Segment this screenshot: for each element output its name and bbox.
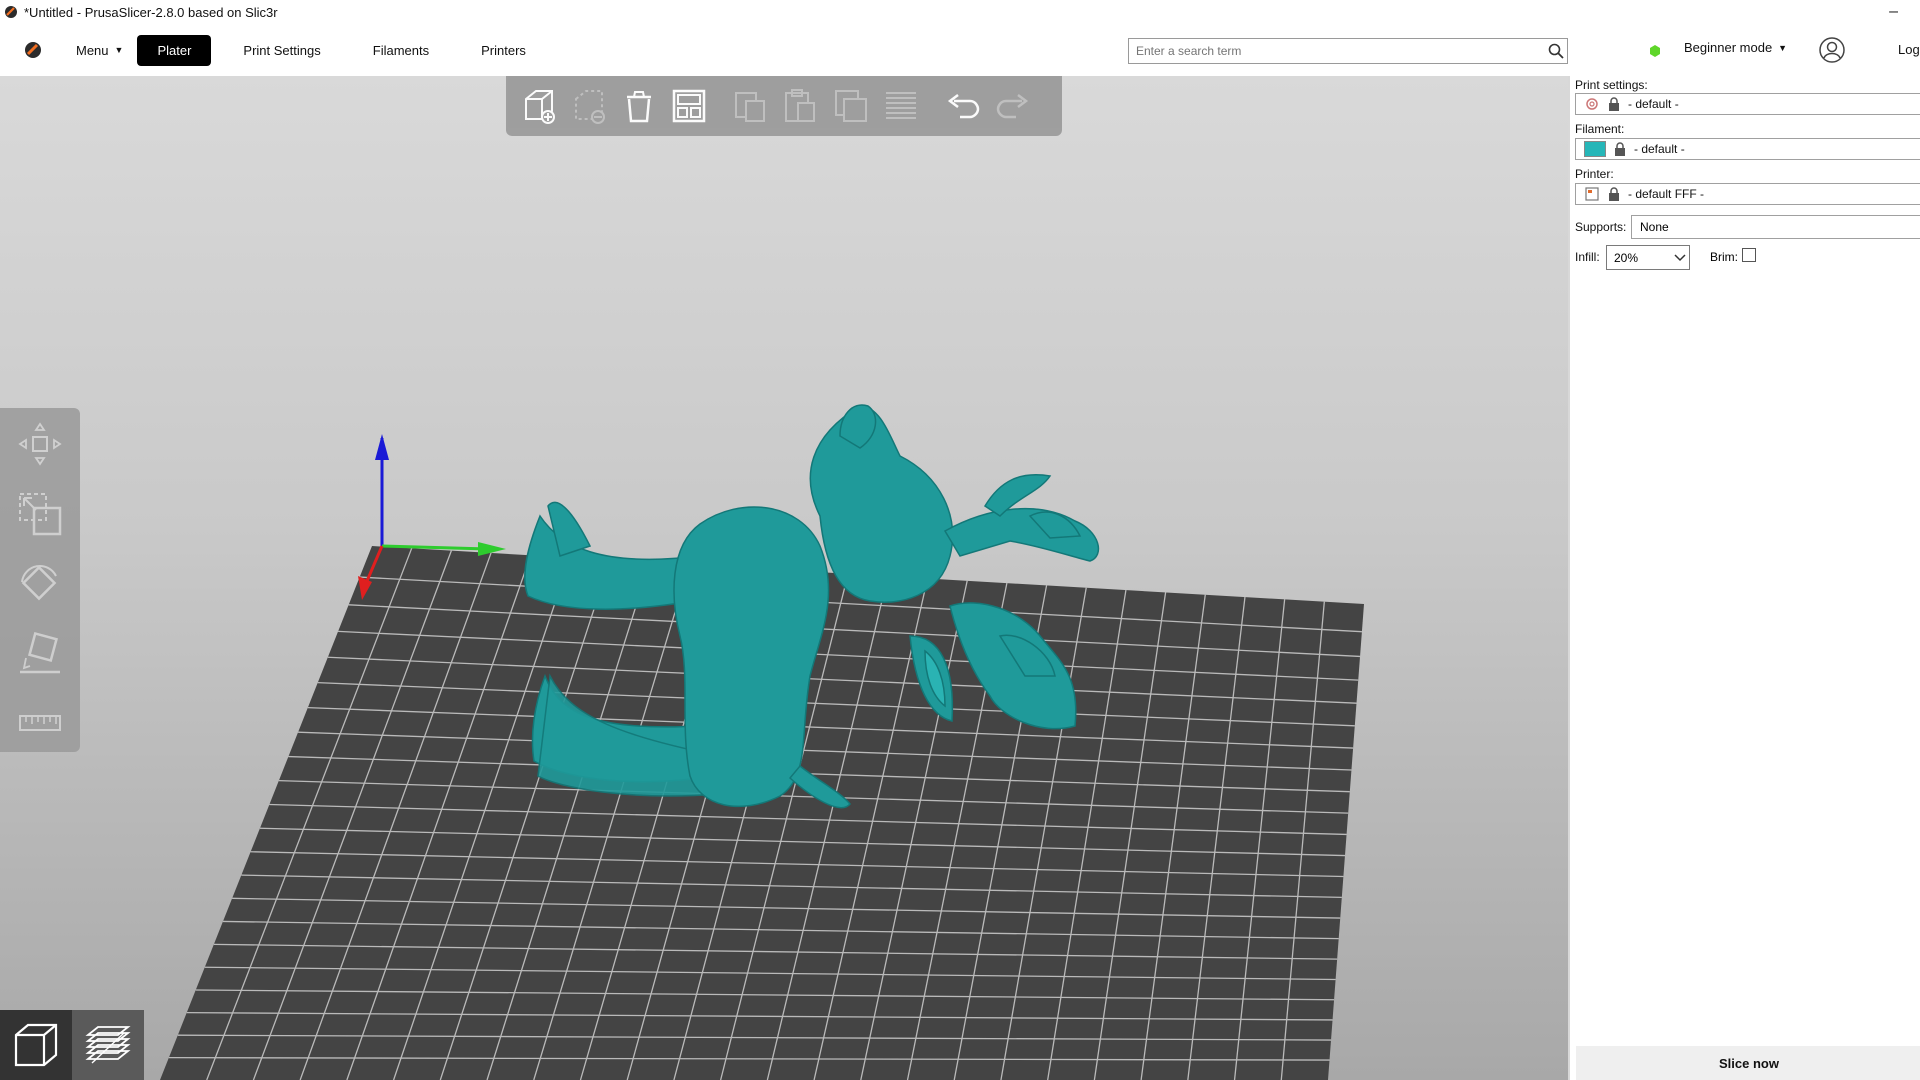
scale-icon <box>19 493 62 536</box>
user-account-icon[interactable] <box>1818 36 1846 64</box>
printer-label: Printer: <box>1575 167 1614 181</box>
instances-button[interactable] <box>828 83 874 129</box>
preview-button[interactable] <box>72 1010 144 1080</box>
place-on-face-icon <box>20 631 60 674</box>
layers-preview-icon <box>85 1026 131 1064</box>
mode-indicator-icon <box>1650 45 1660 57</box>
mode-select[interactable]: Beginner mode ▼ <box>1684 40 1787 55</box>
view-3d-button[interactable] <box>0 1010 72 1080</box>
copy-icon <box>735 92 765 122</box>
redo-icon <box>996 94 1029 119</box>
arrange-icon <box>672 89 706 123</box>
tab-filaments[interactable]: Filaments <box>353 35 449 66</box>
redo-button[interactable] <box>990 83 1036 129</box>
filament-label: Filament: <box>1575 122 1625 136</box>
cube-view-icon <box>14 1023 58 1067</box>
place-on-face-tool-button[interactable] <box>12 626 68 682</box>
window-title: *Untitled - PrusaSlicer-2.8.0 based on S… <box>24 4 278 20</box>
delete-button[interactable] <box>566 83 612 129</box>
supports-label: Supports: <box>1575 220 1627 234</box>
printer-combo[interactable]: - default FFF - <box>1575 183 1920 205</box>
move-tool-button[interactable] <box>12 416 68 472</box>
print-settings-combo[interactable]: - default - <box>1575 93 1920 115</box>
measure-tool-button[interactable] <box>12 696 68 752</box>
supports-combo[interactable]: None <box>1631 215 1920 239</box>
split-icon <box>886 92 916 119</box>
lock-icon <box>1615 142 1625 156</box>
tab-printers[interactable]: Printers <box>461 35 546 66</box>
mode-label: Beginner mode <box>1684 40 1773 55</box>
paste-button[interactable] <box>778 83 824 129</box>
search-icon[interactable] <box>1545 40 1567 62</box>
brim-label: Brim: <box>1710 250 1738 264</box>
split-button[interactable] <box>878 83 924 129</box>
search-input[interactable] <box>1129 40 1545 62</box>
paste-icon <box>785 89 815 122</box>
gear-icon <box>1584 96 1600 112</box>
top-toolbar <box>506 76 1062 136</box>
arrange-button[interactable] <box>666 83 712 129</box>
instances-icon <box>835 90 867 122</box>
settings-sidebar: Print settings: - default - Filament: - … <box>1568 76 1920 1080</box>
tab-print-settings[interactable]: Print Settings <box>223 35 340 66</box>
scene-canvas[interactable] <box>0 76 1568 1080</box>
rotate-tool-button[interactable] <box>12 556 68 612</box>
delete-icon <box>575 90 605 124</box>
print-settings-value: - default - <box>1628 97 1679 111</box>
caret-down-icon: ▼ <box>1778 42 1788 53</box>
delete-all-icon <box>627 91 651 123</box>
add-object-button[interactable] <box>516 83 562 129</box>
prusa-logo-icon <box>20 37 46 63</box>
undo-icon <box>947 94 980 119</box>
printer-value: - default FFF - <box>1628 187 1705 201</box>
z-axis-arrow <box>375 434 389 460</box>
scale-tool-button[interactable] <box>12 486 68 542</box>
undo-button[interactable] <box>940 83 986 129</box>
infill-value: 20% <box>1614 250 1639 265</box>
login-link[interactable]: Log <box>1898 42 1920 57</box>
prusaslicer-logo-icon <box>5 6 17 18</box>
chevron-down-icon <box>1671 253 1689 262</box>
delete-all-button[interactable] <box>616 83 662 129</box>
plater-3d-viewport[interactable] <box>0 76 1568 1080</box>
infill-label: Infill: <box>1575 250 1600 264</box>
move-icon <box>18 422 62 466</box>
main-menu-button[interactable]: Menu ▼ <box>62 35 137 66</box>
copy-button[interactable] <box>728 83 774 129</box>
brim-checkbox[interactable] <box>1742 248 1756 262</box>
main-menubar: Menu ▼ Plater Print Settings Filaments P… <box>0 24 1920 76</box>
printer-icon <box>1584 186 1600 202</box>
gizmo-toolbar <box>0 408 80 752</box>
infill-combo[interactable]: 20% <box>1606 245 1690 270</box>
search-box <box>1128 38 1568 64</box>
tab-plater[interactable]: Plater <box>137 34 212 66</box>
rotate-icon <box>21 565 57 601</box>
caret-down-icon: ▼ <box>114 45 124 55</box>
add-icon <box>525 90 555 124</box>
print-settings-label: Print settings: <box>1575 78 1648 92</box>
lock-icon <box>1609 97 1619 111</box>
filament-value: - default - <box>1634 142 1685 156</box>
filament-combo[interactable]: - default - <box>1575 138 1920 160</box>
main-menu-label: Menu <box>76 42 109 58</box>
filament-color-swatch[interactable] <box>1584 141 1606 157</box>
lock-icon <box>1609 187 1619 201</box>
minimize-button[interactable]: – <box>1889 3 1898 21</box>
slice-now-button[interactable]: Slice now <box>1576 1046 1920 1080</box>
measure-icon <box>19 715 61 731</box>
title-bar: *Untitled - PrusaSlicer-2.8.0 based on S… <box>0 0 1920 24</box>
view-switch <box>0 1010 144 1080</box>
